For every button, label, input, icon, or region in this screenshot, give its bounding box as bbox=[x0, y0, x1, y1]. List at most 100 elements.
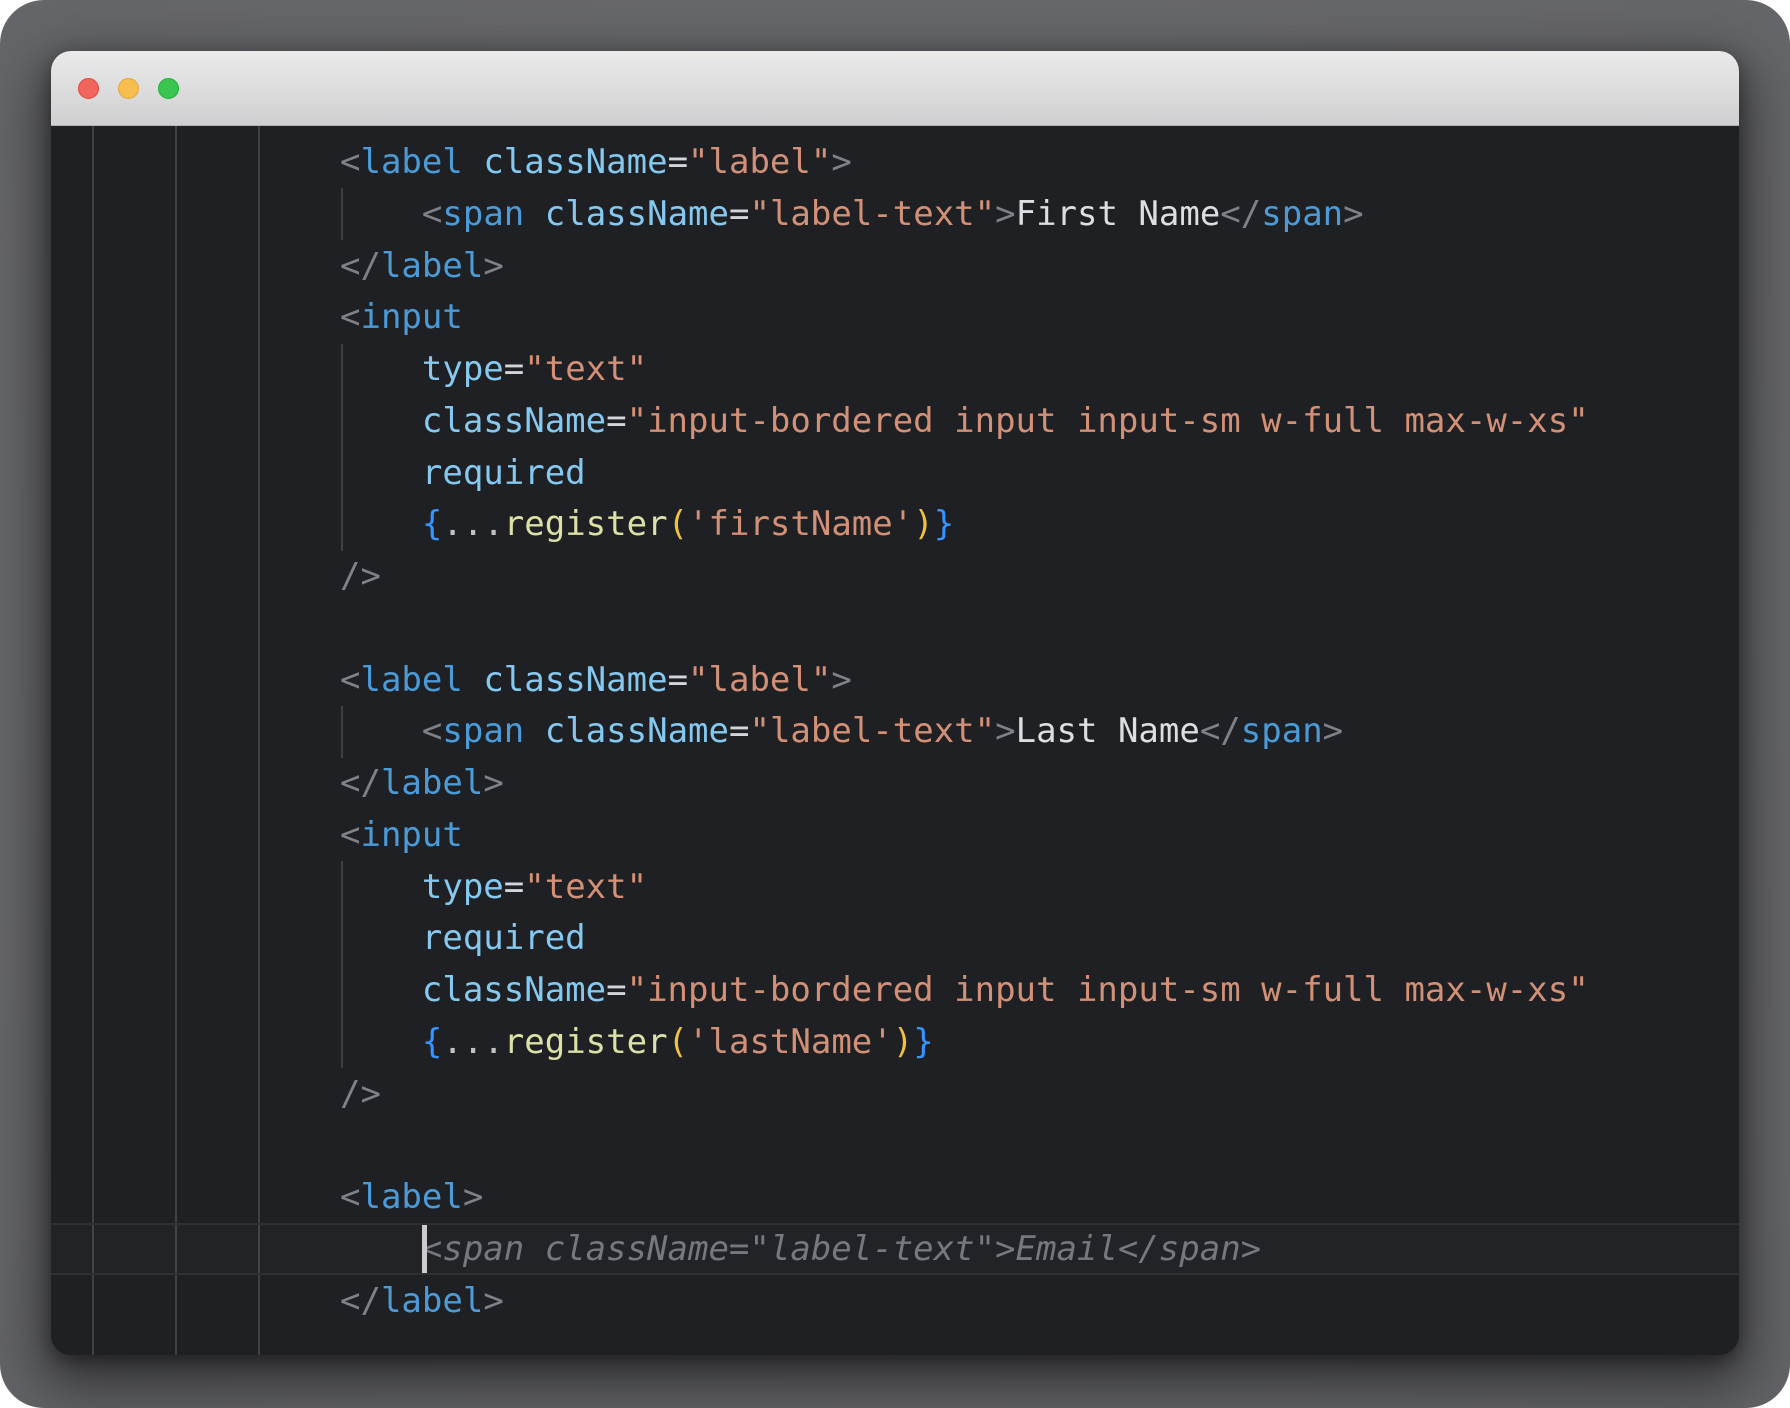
token-str: "label" bbox=[688, 142, 831, 182]
token-text bbox=[340, 453, 422, 493]
code-line-8[interactable]: {...register('firstName')} bbox=[340, 499, 1589, 551]
token-str: 'lastName' bbox=[688, 1022, 893, 1062]
zoom-button[interactable] bbox=[158, 78, 179, 99]
code-line-5[interactable]: type="text" bbox=[340, 344, 1589, 396]
code-line-15[interactable]: type="text" bbox=[340, 862, 1589, 914]
token-text bbox=[524, 711, 544, 751]
token-attr: className bbox=[422, 401, 606, 441]
token-fn: register bbox=[504, 1022, 668, 1062]
token-eq: = bbox=[668, 660, 688, 700]
token-punct: < bbox=[340, 815, 360, 855]
token-text: Last Name bbox=[1016, 711, 1200, 751]
token-punct: < bbox=[340, 142, 360, 182]
token-punct: > bbox=[1343, 194, 1363, 234]
token-ghost: <span className="label-text">Email</span… bbox=[422, 1229, 1261, 1269]
token-text bbox=[340, 194, 422, 234]
code-line-10[interactable] bbox=[340, 603, 1589, 655]
token-punct: < bbox=[340, 660, 360, 700]
token-punct: </ bbox=[1220, 194, 1261, 234]
code-line-22[interactable]: <span className="label-text">Email</span… bbox=[340, 1224, 1589, 1276]
code-line-19[interactable]: /> bbox=[340, 1069, 1589, 1121]
token-eq: = bbox=[504, 867, 524, 907]
close-button[interactable] bbox=[78, 78, 99, 99]
token-attr: className bbox=[545, 711, 729, 751]
code-line-16[interactable]: required bbox=[340, 913, 1589, 965]
token-brace: } bbox=[934, 504, 954, 544]
code-line-13[interactable]: </label> bbox=[340, 758, 1589, 810]
token-str: "label-text" bbox=[749, 711, 995, 751]
token-attr: type bbox=[422, 867, 504, 907]
token-paren: ( bbox=[668, 1022, 688, 1062]
token-text bbox=[340, 711, 422, 751]
token-tag: span bbox=[1261, 194, 1343, 234]
token-str: "label" bbox=[688, 660, 831, 700]
token-str: 'firstName' bbox=[688, 504, 913, 544]
token-tag: span bbox=[442, 711, 524, 751]
token-text bbox=[340, 504, 422, 544]
token-eq: = bbox=[729, 194, 749, 234]
token-paren: ( bbox=[668, 504, 688, 544]
token-tag: span bbox=[1241, 711, 1323, 751]
token-text bbox=[524, 194, 544, 234]
token-eq: = bbox=[668, 142, 688, 182]
token-brace: { bbox=[422, 504, 442, 544]
token-str: "input-bordered input input-sm w-full ma… bbox=[627, 401, 1589, 441]
code-line-14[interactable]: <input bbox=[340, 810, 1589, 862]
title-bar[interactable] bbox=[51, 51, 1739, 126]
token-punct: > bbox=[995, 194, 1015, 234]
token-tag: span bbox=[442, 194, 524, 234]
token-tag: input bbox=[360, 297, 462, 337]
token-text bbox=[340, 867, 422, 907]
token-tag: label bbox=[381, 763, 483, 803]
token-punct: < bbox=[340, 1177, 360, 1217]
token-brace: } bbox=[913, 1022, 933, 1062]
token-punct: > bbox=[483, 246, 503, 286]
code-line-6[interactable]: className="input-bordered input input-sm… bbox=[340, 396, 1589, 448]
token-eq: = bbox=[729, 711, 749, 751]
token-punct: > bbox=[1323, 711, 1343, 751]
code-window: <label className="label"> <span classNam… bbox=[51, 51, 1739, 1355]
token-attr: className bbox=[483, 142, 667, 182]
code-line-12[interactable]: <span className="label-text">Last Name</… bbox=[340, 706, 1589, 758]
token-punct: < bbox=[340, 297, 360, 337]
token-punct: </ bbox=[340, 763, 381, 803]
token-fn: register bbox=[504, 504, 668, 544]
code-line-20[interactable] bbox=[340, 1120, 1589, 1172]
code-line-11[interactable]: <label className="label"> bbox=[340, 655, 1589, 707]
code-line-4[interactable]: <input bbox=[340, 292, 1589, 344]
token-attr: type bbox=[422, 349, 504, 389]
token-punct: /> bbox=[340, 1074, 381, 1114]
token-tag: label bbox=[381, 246, 483, 286]
token-punct: > bbox=[995, 711, 1015, 751]
token-attr: className bbox=[483, 660, 667, 700]
code-line-3[interactable]: </label> bbox=[340, 241, 1589, 293]
token-str: "text" bbox=[524, 867, 647, 907]
token-punct: </ bbox=[340, 1281, 381, 1321]
token-text bbox=[340, 918, 422, 958]
token-text bbox=[340, 1022, 422, 1062]
code-line-7[interactable]: required bbox=[340, 448, 1589, 500]
code-line-9[interactable]: /> bbox=[340, 551, 1589, 603]
token-tag: label bbox=[360, 142, 462, 182]
token-punct: > bbox=[483, 1281, 503, 1321]
code-line-23[interactable]: </label> bbox=[340, 1276, 1589, 1328]
token-punct: /> bbox=[340, 556, 381, 596]
code-line-17[interactable]: className="input-bordered input input-sm… bbox=[340, 965, 1589, 1017]
code-line-1[interactable]: <label className="label"> bbox=[340, 137, 1589, 189]
traffic-lights bbox=[78, 78, 179, 99]
minimize-button[interactable] bbox=[118, 78, 139, 99]
token-tag: label bbox=[381, 1281, 483, 1321]
text-cursor bbox=[422, 1225, 427, 1273]
token-paren: ) bbox=[893, 1022, 913, 1062]
code-editor[interactable]: <label className="label"> <span classNam… bbox=[51, 126, 1739, 1355]
token-attr: className bbox=[545, 194, 729, 234]
code-line-21[interactable]: <label> bbox=[340, 1172, 1589, 1224]
token-punct: > bbox=[831, 142, 851, 182]
token-text bbox=[340, 349, 422, 389]
token-text bbox=[340, 401, 422, 441]
token-text bbox=[340, 1229, 422, 1269]
code-line-18[interactable]: {...register('lastName')} bbox=[340, 1017, 1589, 1069]
token-eq: = bbox=[606, 970, 626, 1010]
code-line-2[interactable]: <span className="label-text">First Name<… bbox=[340, 189, 1589, 241]
token-str: "input-bordered input input-sm w-full ma… bbox=[627, 970, 1589, 1010]
